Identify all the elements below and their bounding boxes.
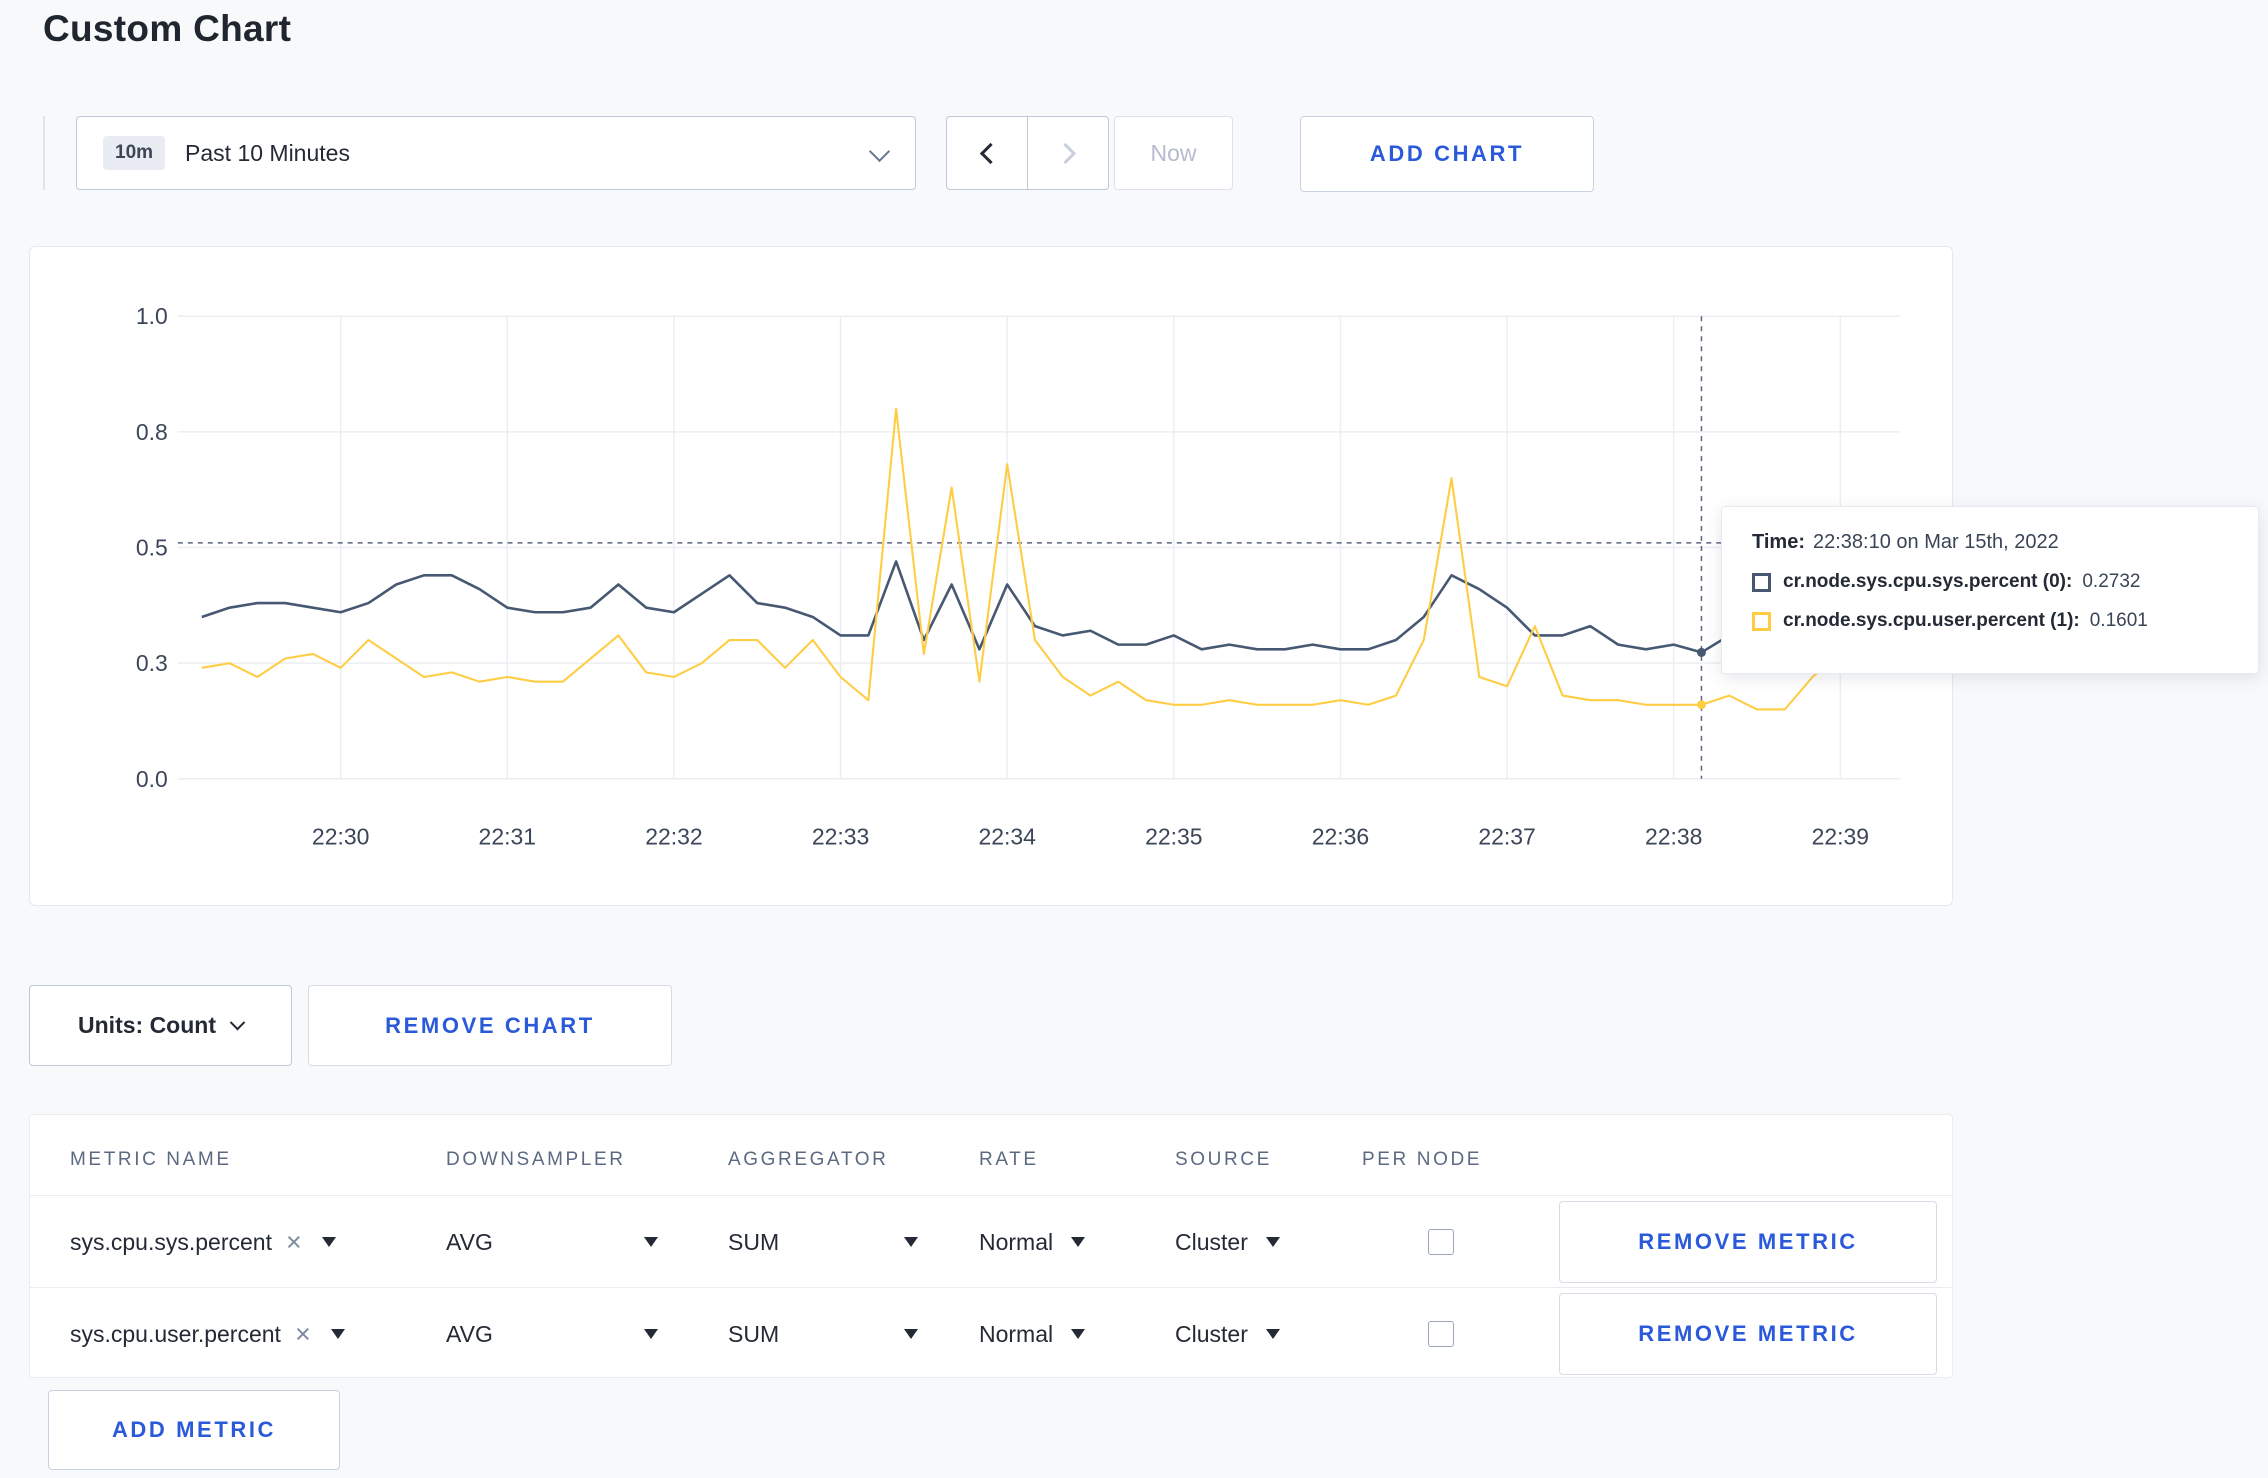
metric-name: sys.cpu.sys.percent: [70, 1228, 272, 1255]
custom-chart-page: Custom Chart 10m Past 10 Minutes Now ADD…: [0, 0, 2268, 1478]
x-tick-label: 22:35: [1145, 824, 1202, 850]
caret-down-icon: [904, 1329, 918, 1339]
col-header-rate: RATE: [979, 1149, 1039, 1170]
x-tick-label: 22:36: [1312, 824, 1369, 850]
add-metric-button[interactable]: ADD METRIC: [48, 1390, 340, 1470]
chart-card: 0.0 0.3 0.5 0.8 1.0 22:30 22:31 22:32 22:33 22:34…: [29, 246, 1953, 906]
col-header-downsampler: DOWNSAMPLER: [446, 1149, 626, 1170]
per-node-checkbox[interactable]: [1428, 1229, 1454, 1255]
caret-down-icon: [1265, 1329, 1280, 1339]
series-line-0: [201, 560, 1841, 654]
tooltip-series-row: cr.node.sys.cpu.user.percent (1): 0.1601: [1752, 610, 2228, 632]
metric-row: sys.cpu.sys.percent × AVG SUM Normal Clu…: [30, 1195, 1952, 1288]
y-tick-label: 1.0: [136, 303, 168, 329]
x-tick-label: 22:33: [812, 824, 869, 850]
col-header-aggregator: AGGREGATOR: [728, 1149, 889, 1170]
timeseries-chart[interactable]: 0.0 0.3 0.5 0.8 1.0 22:30 22:31 22:32 22:33 22:34…: [30, 247, 1952, 905]
x-tick-label: 22:30: [312, 824, 369, 850]
x-tick-label: 22:34: [978, 824, 1036, 850]
source-select[interactable]: Cluster: [1175, 1288, 1280, 1380]
chevron-left-icon: [979, 142, 1001, 164]
downsampler-select[interactable]: AVG: [446, 1288, 658, 1380]
chart-grid: 0.0 0.3 0.5 0.8 1.0 22:30 22:31 22:32 22:33 22:34…: [136, 303, 1901, 850]
now-button[interactable]: Now: [1114, 116, 1233, 190]
aggregator-value: SUM: [728, 1320, 780, 1347]
remove-metric-button[interactable]: REMOVE METRIC: [1559, 1293, 1937, 1375]
prev-time-button[interactable]: [946, 116, 1028, 190]
downsampler-select[interactable]: AVG: [446, 1196, 658, 1288]
col-header-metric-name: METRIC NAME: [70, 1149, 232, 1170]
col-header-source: SOURCE: [1175, 1149, 1272, 1170]
y-tick-label: 0.5: [136, 535, 168, 561]
clear-metric-icon[interactable]: ×: [286, 1228, 302, 1256]
source-value: Cluster: [1175, 1320, 1248, 1347]
metric-name-select[interactable]: sys.cpu.user.percent ×: [70, 1288, 345, 1380]
tooltip-series-label: cr.node.sys.cpu.user.percent (1):: [1783, 610, 2080, 631]
x-tick-label: 22:38: [1645, 824, 1702, 850]
next-time-button[interactable]: [1027, 116, 1109, 190]
aggregator-select[interactable]: SUM: [728, 1196, 918, 1288]
x-tick-label: 22:31: [479, 824, 536, 850]
series-sys-swatch-icon: [1752, 572, 1771, 592]
toolbar-divider: [43, 116, 45, 190]
chevron-down-icon: [229, 1014, 246, 1031]
tooltip-time-row: Time: 22:38:10 on Mar 15th, 2022: [1752, 531, 2228, 554]
x-tick-label: 22:32: [645, 824, 702, 850]
y-tick-label: 0.8: [136, 419, 168, 445]
clear-metric-icon[interactable]: ×: [295, 1320, 311, 1348]
caret-down-icon: [1265, 1237, 1280, 1247]
x-tick-label: 22:37: [1478, 824, 1535, 850]
page-title: Custom Chart: [43, 8, 292, 49]
series-user-swatch-icon: [1752, 611, 1771, 631]
source-value: Cluster: [1175, 1228, 1248, 1255]
time-range-label: Past 10 Minutes: [185, 139, 350, 166]
rate-select[interactable]: Normal: [979, 1288, 1086, 1380]
chart-tooltip: Time: 22:38:10 on Mar 15th, 2022 cr.node.…: [1721, 506, 2259, 674]
tooltip-time-value: 22:38:10 on Mar 15th, 2022: [1812, 531, 2059, 553]
caret-down-icon: [321, 1237, 336, 1247]
caret-down-icon: [1071, 1237, 1086, 1247]
chevron-down-icon: [868, 140, 891, 163]
time-range-dropdown[interactable]: 10m Past 10 Minutes: [76, 116, 916, 190]
per-node-checkbox[interactable]: [1428, 1321, 1454, 1347]
aggregator-value: SUM: [728, 1228, 780, 1255]
time-range-badge: 10m: [103, 136, 166, 170]
metric-row: sys.cpu.user.percent × AVG SUM Normal Cl…: [30, 1287, 1952, 1380]
tooltip-series-row: cr.node.sys.cpu.sys.percent (0): 0.2732: [1752, 571, 2228, 593]
rate-value: Normal: [979, 1320, 1054, 1347]
metric-name: sys.cpu.user.percent: [70, 1320, 281, 1347]
remove-chart-button[interactable]: REMOVE CHART: [308, 985, 672, 1066]
col-header-per-node: PER NODE: [1362, 1149, 1483, 1170]
time-pager: [946, 116, 1109, 190]
caret-down-icon: [904, 1237, 918, 1247]
add-chart-button[interactable]: ADD CHART: [1300, 116, 1594, 192]
rate-select[interactable]: Normal: [979, 1196, 1086, 1288]
caret-down-icon: [330, 1329, 345, 1339]
metrics-table: METRIC NAME DOWNSAMPLER AGGREGATOR RATE …: [29, 1114, 1953, 1378]
tooltip-series-value: 0.1601: [2089, 610, 2148, 631]
y-tick-label: 0.3: [136, 650, 168, 676]
downsampler-value: AVG: [446, 1320, 493, 1347]
tooltip-time-label: Time:: [1752, 531, 1805, 553]
crosshair-dot: [1696, 647, 1706, 657]
metric-name-select[interactable]: sys.cpu.sys.percent ×: [70, 1196, 336, 1288]
caret-down-icon: [1071, 1329, 1086, 1339]
crosshair-dot: [1696, 700, 1706, 710]
series-line-1: [201, 407, 1841, 711]
downsampler-value: AVG: [446, 1228, 493, 1255]
tooltip-series-label: cr.node.sys.cpu.sys.percent (0):: [1783, 571, 2073, 592]
source-select[interactable]: Cluster: [1175, 1196, 1280, 1288]
caret-down-icon: [644, 1237, 658, 1247]
aggregator-select[interactable]: SUM: [728, 1288, 918, 1380]
units-label: Units: Count: [78, 1012, 216, 1038]
y-tick-label: 0.0: [136, 766, 168, 792]
x-tick-label: 22:39: [1812, 824, 1869, 850]
tooltip-series-value: 0.2732: [2082, 571, 2141, 592]
chevron-right-icon: [1054, 142, 1076, 164]
remove-metric-button[interactable]: REMOVE METRIC: [1559, 1201, 1937, 1283]
caret-down-icon: [644, 1329, 658, 1339]
units-dropdown[interactable]: Units: Count: [29, 985, 292, 1066]
rate-value: Normal: [979, 1228, 1054, 1255]
